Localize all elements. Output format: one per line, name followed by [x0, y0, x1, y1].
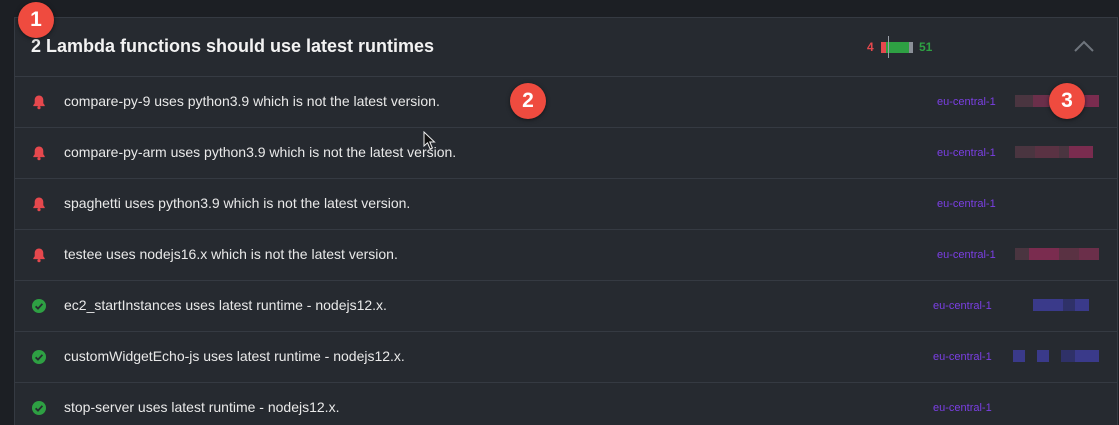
- annotation-badge-2: 2: [510, 83, 546, 119]
- result-row[interactable]: compare-py-9 uses python3.9 which is not…: [15, 77, 1117, 128]
- ratio-marker: [888, 36, 889, 58]
- redacted-resource: [1019, 299, 1099, 311]
- result-message: testee uses nodejs16.x which is not the …: [64, 246, 398, 262]
- mouse-pointer-icon: [423, 131, 436, 150]
- ratio-segment-passed: [886, 42, 909, 53]
- region-label[interactable]: eu-central-1: [937, 96, 996, 108]
- bell-icon: [33, 197, 45, 212]
- result-row[interactable]: stop-server uses latest runtime - nodejs…: [15, 383, 1117, 425]
- result-row[interactable]: spaghetti uses python3.9 which is not th…: [15, 179, 1117, 230]
- check-circle-icon: [32, 401, 46, 415]
- result-row[interactable]: testee uses nodejs16.x which is not the …: [15, 230, 1117, 281]
- passed-count: 51: [919, 40, 933, 54]
- panel-title: 2 Lambda functions should use latest run…: [31, 36, 435, 56]
- result-message: spaghetti uses python3.9 which is not th…: [64, 195, 411, 211]
- result-row[interactable]: ec2_startInstances uses latest runtime -…: [15, 281, 1117, 332]
- panel-header[interactable]: 2 Lambda functions should use latest run…: [15, 18, 1117, 77]
- annotation-badge-1: 1: [18, 2, 54, 38]
- region-label[interactable]: eu-central-1: [933, 402, 992, 414]
- failed-count: 4: [867, 40, 874, 54]
- result-message: compare-py-9 uses python3.9 which is not…: [64, 93, 440, 109]
- chevron-up-icon: [1074, 40, 1094, 52]
- region-label[interactable]: eu-central-1: [933, 351, 992, 363]
- check-circle-icon: [32, 350, 46, 364]
- status-ratio-bar: [881, 42, 913, 53]
- region-label[interactable]: eu-central-1: [933, 300, 992, 312]
- region-label[interactable]: eu-central-1: [937, 249, 996, 261]
- result-message: compare-py-arm uses python3.9 which is n…: [64, 144, 457, 160]
- redacted-resource: [1015, 248, 1099, 260]
- result-row[interactable]: customWidgetEcho-js uses latest runtime …: [15, 332, 1117, 383]
- control-panel: 2 Lambda functions should use latest run…: [14, 17, 1118, 425]
- result-message: customWidgetEcho-js uses latest runtime …: [64, 348, 405, 364]
- ratio-segment-other: [909, 42, 913, 53]
- bell-icon: [33, 95, 45, 110]
- result-message: ec2_startInstances uses latest runtime -…: [64, 297, 387, 313]
- redacted-resource: [1015, 146, 1099, 158]
- collapse-button[interactable]: [1073, 38, 1095, 54]
- bell-icon: [33, 146, 45, 161]
- result-message: stop-server uses latest runtime - nodejs…: [64, 399, 340, 415]
- region-label[interactable]: eu-central-1: [937, 147, 996, 159]
- region-label[interactable]: eu-central-1: [937, 198, 996, 210]
- check-circle-icon: [32, 299, 46, 313]
- result-row[interactable]: compare-py-arm uses python3.9 which is n…: [15, 128, 1117, 179]
- annotation-badge-3: 3: [1049, 83, 1085, 119]
- redacted-resource: [1013, 350, 1099, 362]
- top-strip: [0, 0, 1119, 18]
- bell-icon: [33, 248, 45, 263]
